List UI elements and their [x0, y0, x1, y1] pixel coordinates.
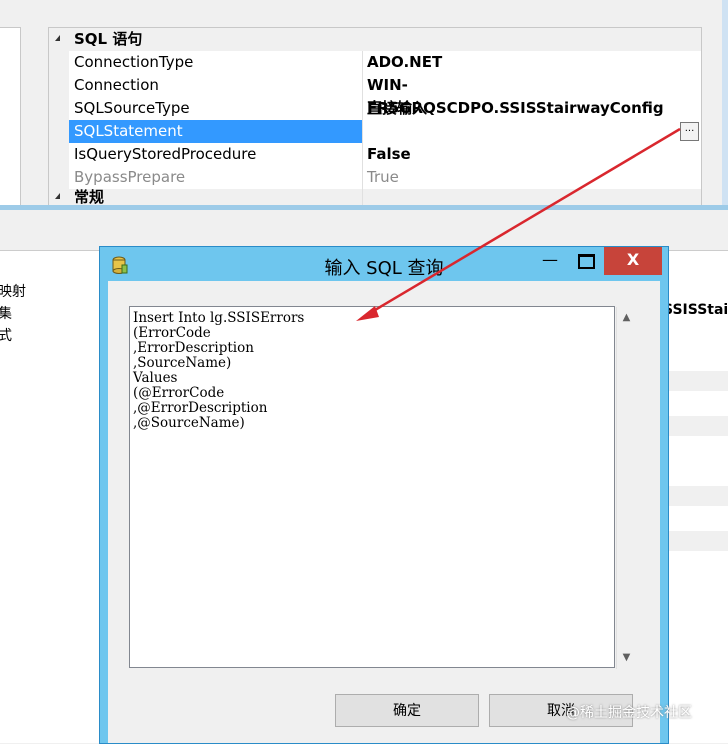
property-name: BypassPrepare [74, 168, 186, 186]
dialog-body: ▲ ▼ 确定 取消 [108, 281, 660, 743]
collapse-icon[interactable] [55, 35, 60, 41]
connection-fragment: SSISStair [663, 302, 728, 318]
left-pane [0, 27, 21, 206]
sql-query-input[interactable] [129, 306, 615, 668]
minimize-icon: — [542, 250, 558, 269]
property-name: SQLStatement [74, 122, 183, 140]
property-name: IsQueryStoredProcedure [74, 145, 257, 163]
maximize-button[interactable] [568, 247, 604, 275]
property-row[interactable]: ConnectionType ADO.NET [49, 51, 701, 74]
section-general[interactable]: 常规 [49, 189, 701, 206]
section-title: 常规 [74, 188, 105, 206]
property-row-sqlstatement[interactable]: SQLStatement [49, 120, 701, 143]
property-row[interactable]: BypassPrepare True [49, 166, 701, 189]
scroll-down-icon[interactable]: ▼ [619, 649, 634, 666]
property-name: Connection [74, 76, 159, 94]
scroll-up-icon[interactable]: ▲ [619, 309, 634, 326]
section-sql-statement[interactable]: SQL 语句 [49, 28, 701, 51]
ellipsis-button[interactable]: ... [680, 122, 699, 141]
label-fragment: 集 [0, 306, 12, 322]
task-editor-window: SQL 语句 ConnectionType ADO.NET Connection… [0, 0, 728, 210]
ok-button[interactable]: 确定 [335, 694, 479, 727]
property-value[interactable]: 直接输入 [367, 97, 427, 120]
property-value[interactable]: ADO.NET [367, 51, 442, 74]
collapse-icon[interactable] [55, 193, 60, 199]
minimize-button[interactable]: — [532, 247, 568, 275]
property-grid: SQL 语句 ConnectionType ADO.NET Connection… [48, 27, 702, 207]
close-button[interactable]: X [604, 247, 662, 275]
property-value: True [367, 168, 399, 186]
property-name: SQLSourceType [74, 99, 190, 117]
property-value[interactable]: False [367, 143, 411, 166]
section-title: SQL 语句 [74, 30, 143, 48]
sql-query-dialog: 输入 SQL 查询 — X ▲ ▼ 确定 取消 [99, 246, 669, 744]
property-row[interactable]: SQLSourceType 直接输入 [49, 97, 701, 120]
property-row[interactable]: IsQueryStoredProcedure False [49, 143, 701, 166]
label-fragment: 式 [0, 328, 12, 344]
maximize-icon [577, 254, 595, 269]
label-fragment: 映射 [0, 284, 26, 300]
close-icon: X [626, 250, 640, 269]
title-bar[interactable]: 输入 SQL 查询 — X [100, 247, 668, 281]
vertical-scrollbar[interactable]: ▲ ▼ [616, 307, 637, 669]
property-row[interactable]: Connection WIN-FR5GRQSCDPO.SSISStairwayC… [49, 74, 701, 117]
property-name: ConnectionType [74, 53, 194, 71]
watermark: @稀土掘金技术社区 [566, 705, 692, 721]
